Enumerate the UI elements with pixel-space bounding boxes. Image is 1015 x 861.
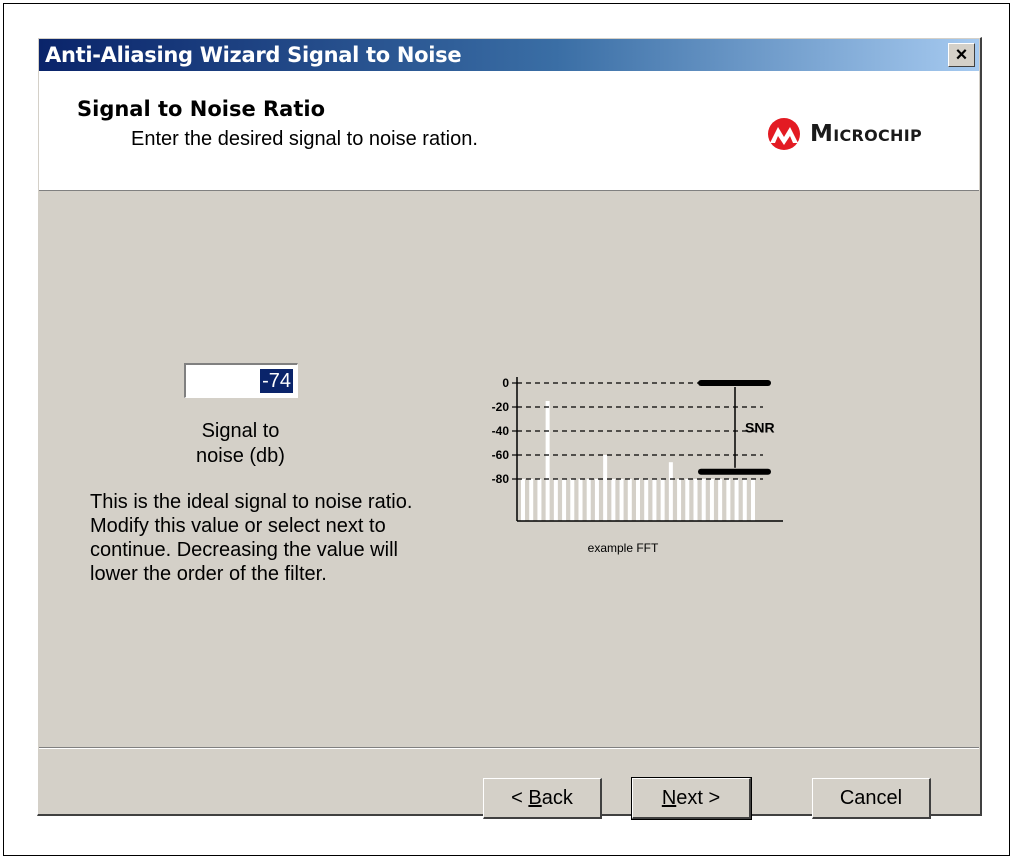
fft-snr-annotation: SNR — [745, 419, 775, 435]
fft-bar — [553, 479, 558, 521]
fft-bar — [644, 479, 649, 521]
back-button-mnemonic: B — [528, 786, 542, 809]
fft-y-tick-label: -80 — [492, 472, 510, 486]
page-subtitle: Enter the desired signal to noise ration… — [131, 128, 478, 150]
back-button-rest: ack — [541, 786, 573, 809]
fft-bar — [578, 479, 583, 521]
fft-y-tick-label: -20 — [492, 400, 510, 414]
fft-bar — [594, 479, 599, 521]
snr-input-value: -74 — [260, 369, 293, 393]
close-button[interactable]: × — [948, 43, 975, 67]
back-button[interactable]: < Back — [483, 778, 602, 819]
next-button[interactable]: Next > — [631, 777, 752, 820]
fft-bar — [570, 479, 575, 521]
fft-bar — [742, 479, 747, 521]
fft-bar — [537, 479, 542, 521]
snr-input[interactable]: -74 — [184, 363, 298, 398]
fft-bar — [529, 479, 534, 521]
fft-x-label: example FFT — [588, 541, 659, 555]
fft-bar — [709, 479, 714, 521]
fft-bar — [677, 479, 682, 521]
title-bar[interactable]: Anti-Aliasing Wizard Signal to Noise × — [39, 39, 979, 71]
fft-bar — [734, 479, 739, 521]
fft-bar — [562, 479, 567, 521]
snr-input-label: Signal to noise (db) — [173, 419, 308, 469]
back-button-prefix: < — [511, 786, 529, 809]
snr-label-line-2: noise (db) — [196, 445, 285, 467]
close-icon: × — [955, 44, 968, 66]
fft-bar — [668, 462, 673, 521]
fft-bar — [611, 479, 616, 521]
fft-bar — [603, 455, 608, 521]
wizard-dialog: Anti-Aliasing Wizard Signal to Noise × S… — [37, 37, 982, 820]
wizard-header: Signal to Noise Ratio Enter the desired … — [39, 71, 979, 191]
fft-y-tick-label: 0 — [502, 376, 509, 390]
fft-bar — [521, 479, 525, 521]
window-title: Anti-Aliasing Wizard Signal to Noise — [45, 43, 462, 67]
fft-y-tick-label: -40 — [492, 424, 510, 438]
microchip-logo-icon — [768, 118, 800, 150]
button-separator — [39, 747, 979, 749]
fft-bar — [751, 479, 755, 521]
fft-bar — [693, 479, 698, 521]
fft-bar — [701, 479, 706, 521]
example-fft-chart: 0 -20 -40 -60 -80 SNR example FFT — [492, 376, 783, 555]
fft-bar — [660, 479, 665, 521]
microchip-logo: Microchip — [764, 117, 922, 151]
snr-label-line-1: Signal to — [201, 420, 280, 442]
fft-bar — [586, 479, 591, 521]
fft-bar — [652, 479, 657, 521]
fft-bar — [636, 479, 640, 521]
page-title: Signal to Noise Ratio — [77, 97, 326, 121]
fft-bar — [685, 479, 690, 521]
fft-bar — [718, 479, 723, 521]
next-button-rest: ext > — [676, 786, 721, 809]
description-text: This is the ideal signal to noise ratio.… — [90, 491, 413, 585]
fft-bar — [545, 401, 550, 521]
next-button-mnemonic: N — [661, 786, 677, 809]
fft-y-tick-label: -60 — [492, 448, 510, 462]
fft-bar — [619, 479, 624, 521]
fft-bar — [726, 479, 731, 521]
fft-bar — [627, 479, 632, 521]
logo-text: Microchip — [810, 121, 923, 147]
cancel-button[interactable]: Cancel — [812, 778, 931, 819]
